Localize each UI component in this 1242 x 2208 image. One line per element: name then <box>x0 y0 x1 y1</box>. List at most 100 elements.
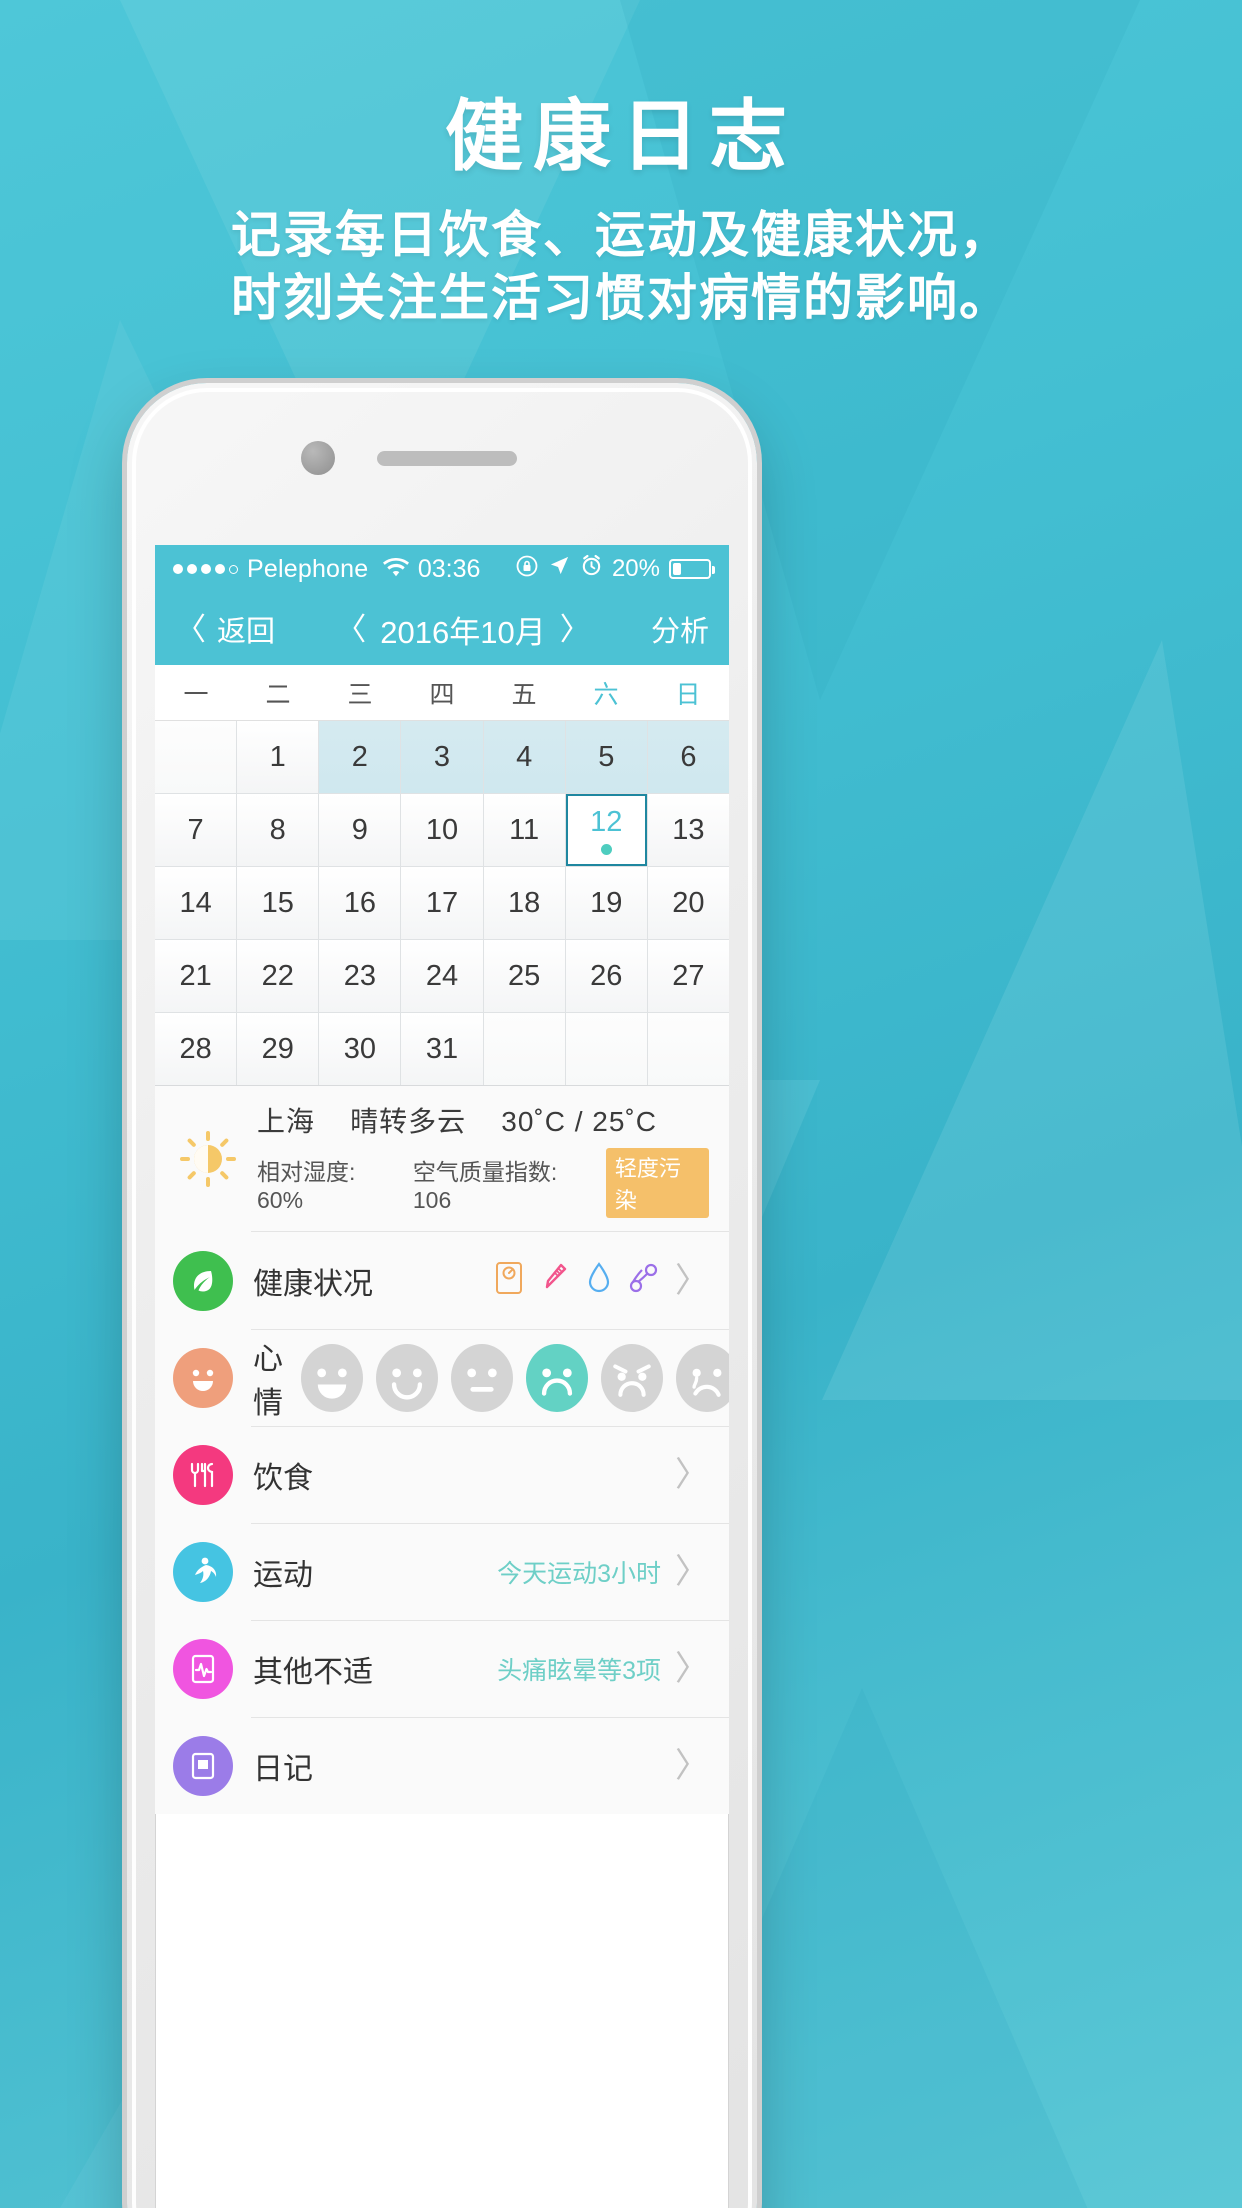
calendar-day-14[interactable]: 14 <box>155 867 237 939</box>
calendar-cell-empty <box>155 721 237 793</box>
month-title: 2016年10月 <box>380 614 546 650</box>
earpiece-speaker <box>377 451 517 466</box>
calendar-day-25[interactable]: 25 <box>483 940 565 1012</box>
smiley-face-icon <box>173 1347 233 1408</box>
calendar-day-18[interactable]: 18 <box>483 867 565 939</box>
weekday-label: 二 <box>265 680 291 709</box>
calendar-day-23[interactable]: 23 <box>319 940 401 1012</box>
calendar-day-22[interactable]: 22 <box>237 940 319 1012</box>
calendar-day-26[interactable]: 26 <box>565 940 647 1012</box>
calendar-day-9[interactable]: 9 <box>319 794 401 866</box>
phone-mockup: Pelephone 03:36 20% 〈 返回 〈 2016年10月 〉 分析… <box>127 383 757 2208</box>
calendar-day-29[interactable]: 29 <box>237 1013 319 1085</box>
calendar-day-8[interactable]: 8 <box>237 794 319 866</box>
battery-percent-label: 20% <box>611 555 660 582</box>
weight-scale-icon[interactable] <box>495 1261 523 1300</box>
water-drop-icon[interactable] <box>587 1261 611 1300</box>
calendar-day-17[interactable]: 17 <box>401 867 483 939</box>
calendar-day-number: 3 <box>433 740 451 773</box>
calendar-day-number: 30 <box>343 1032 376 1065</box>
weather-temperature: 30˚C / 25˚C <box>501 1106 657 1137</box>
promo-headline: 健康日志 记录每日饮食、运动及健康状况， 时刻关注生活习惯对病情的影响。 <box>0 92 1242 330</box>
calendar-day-number: 6 <box>680 740 697 773</box>
list-item-value: 今天运动3小时 <box>497 1559 661 1588</box>
calendar-day-1[interactable]: 1 <box>237 721 319 793</box>
mood-option-cry[interactable] <box>676 1343 729 1412</box>
mood-option-laugh[interactable] <box>301 1343 363 1412</box>
thermometer-icon[interactable] <box>541 1261 569 1300</box>
sun-cloud-icon <box>173 1124 243 1194</box>
calendar-day-2[interactable]: 2 <box>319 721 401 793</box>
back-button[interactable]: 〈 返回 <box>175 608 275 650</box>
next-month-button[interactable]: 〉 <box>560 614 591 645</box>
calendar-cell-empty <box>483 1013 565 1085</box>
mood-option-neutral[interactable] <box>451 1343 513 1412</box>
month-navigator: 〈 2016年10月 〉 <box>275 607 651 652</box>
weekday-label: 三 <box>347 680 373 709</box>
list-item-exercise[interactable]: 运动 今天运动3小时 〉 <box>155 1523 729 1620</box>
calendar-day-5[interactable]: 5 <box>565 721 647 793</box>
calendar-day-number: 19 <box>590 886 623 919</box>
calendar-cell-empty <box>647 1013 729 1085</box>
calendar-day-number: 4 <box>516 740 533 773</box>
list-item-health[interactable]: 健康状况 〉 <box>155 1232 729 1329</box>
weekday-label: 六 <box>593 680 619 709</box>
runner-icon <box>173 1541 233 1602</box>
weather-condition: 晴转多云 <box>350 1106 467 1137</box>
calendar-day-7[interactable]: 7 <box>155 794 237 866</box>
calendar-day-number: 1 <box>269 740 286 773</box>
calendar-day-27[interactable]: 27 <box>647 940 729 1012</box>
calendar-day-6[interactable]: 6 <box>647 721 729 793</box>
calendar-day-10[interactable]: 10 <box>401 794 483 866</box>
calendar-day-24[interactable]: 24 <box>401 940 483 1012</box>
mood-option-worried[interactable] <box>601 1343 663 1412</box>
list-item-label: 其他不适 <box>253 1655 373 1689</box>
calendar-day-28[interactable]: 28 <box>155 1013 237 1085</box>
calendar-day-number: 23 <box>343 959 376 992</box>
calendar-day-16[interactable]: 16 <box>319 867 401 939</box>
weather-row[interactable]: 上海 晴转多云 30˚C / 25˚C 相对湿度: 60% 空气质量指数: 10… <box>155 1086 729 1232</box>
calendar-day-number: 7 <box>187 813 204 846</box>
calendar-day-21[interactable]: 21 <box>155 940 237 1012</box>
calendar-day-20[interactable]: 20 <box>647 867 729 939</box>
calendar-day-number: 12 <box>590 805 623 838</box>
list-item-label: 饮食 <box>253 1461 313 1495</box>
stethoscope-icon[interactable] <box>629 1261 659 1300</box>
pulse-monitor-icon <box>173 1638 233 1699</box>
weekday-label: 五 <box>511 680 537 709</box>
analysis-button[interactable]: 分析 <box>651 608 709 650</box>
weather-city: 上海 <box>257 1106 316 1137</box>
list-item-discomfort[interactable]: 其他不适 头痛眩晕等3项 〉 <box>155 1620 729 1717</box>
calendar-day-3[interactable]: 3 <box>401 721 483 793</box>
calendar-day-number: 18 <box>508 886 541 919</box>
prev-month-button[interactable]: 〈 <box>335 614 366 645</box>
list-item-diet[interactable]: 饮食 〉 <box>155 1426 729 1523</box>
weekday-label: 四 <box>429 680 455 709</box>
calendar-day-4[interactable]: 4 <box>483 721 565 793</box>
status-bar-time: 03:36 <box>417 554 481 583</box>
list-item-label: 心情 <box>253 1342 283 1420</box>
weekday-label: 一 <box>183 680 209 709</box>
calendar-day-31[interactable]: 31 <box>401 1013 483 1085</box>
calendar-day-number: 24 <box>425 959 459 992</box>
calendar-day-30[interactable]: 30 <box>319 1013 401 1085</box>
calendar-day-13[interactable]: 13 <box>647 794 729 866</box>
alarm-clock-icon <box>580 554 603 584</box>
calendar-day-15[interactable]: 15 <box>237 867 319 939</box>
chevron-right-icon: 〉 <box>675 1455 709 1494</box>
calendar-grid: 1 2 3 4 5 6 7 8 9 10 11 12 13 14 15 16 17 18 19 20 21 22 23 24 2… <box>155 721 729 1086</box>
aqi-status-badge: 轻度污染 <box>605 1148 709 1218</box>
calendar-day-12[interactable]: 12 <box>565 794 647 866</box>
list-item-diary[interactable]: 日记 〉 <box>155 1717 729 1814</box>
calendar-day-number: 9 <box>351 813 368 846</box>
list-item-mood[interactable]: 心情 <box>155 1329 729 1426</box>
calendar-day-11[interactable]: 11 <box>483 794 565 866</box>
calendar-day-number: 21 <box>179 959 212 992</box>
leaf-icon <box>173 1250 233 1311</box>
mood-option-frown[interactable] <box>526 1343 588 1412</box>
calendar-day-19[interactable]: 19 <box>565 867 647 939</box>
mood-option-smile[interactable] <box>376 1343 438 1412</box>
calendar-day-number: 27 <box>672 959 705 992</box>
navigation-bar: 〈 返回 〈 2016年10月 〉 分析 <box>155 593 729 665</box>
chevron-right-icon: 〉 <box>675 1552 709 1591</box>
